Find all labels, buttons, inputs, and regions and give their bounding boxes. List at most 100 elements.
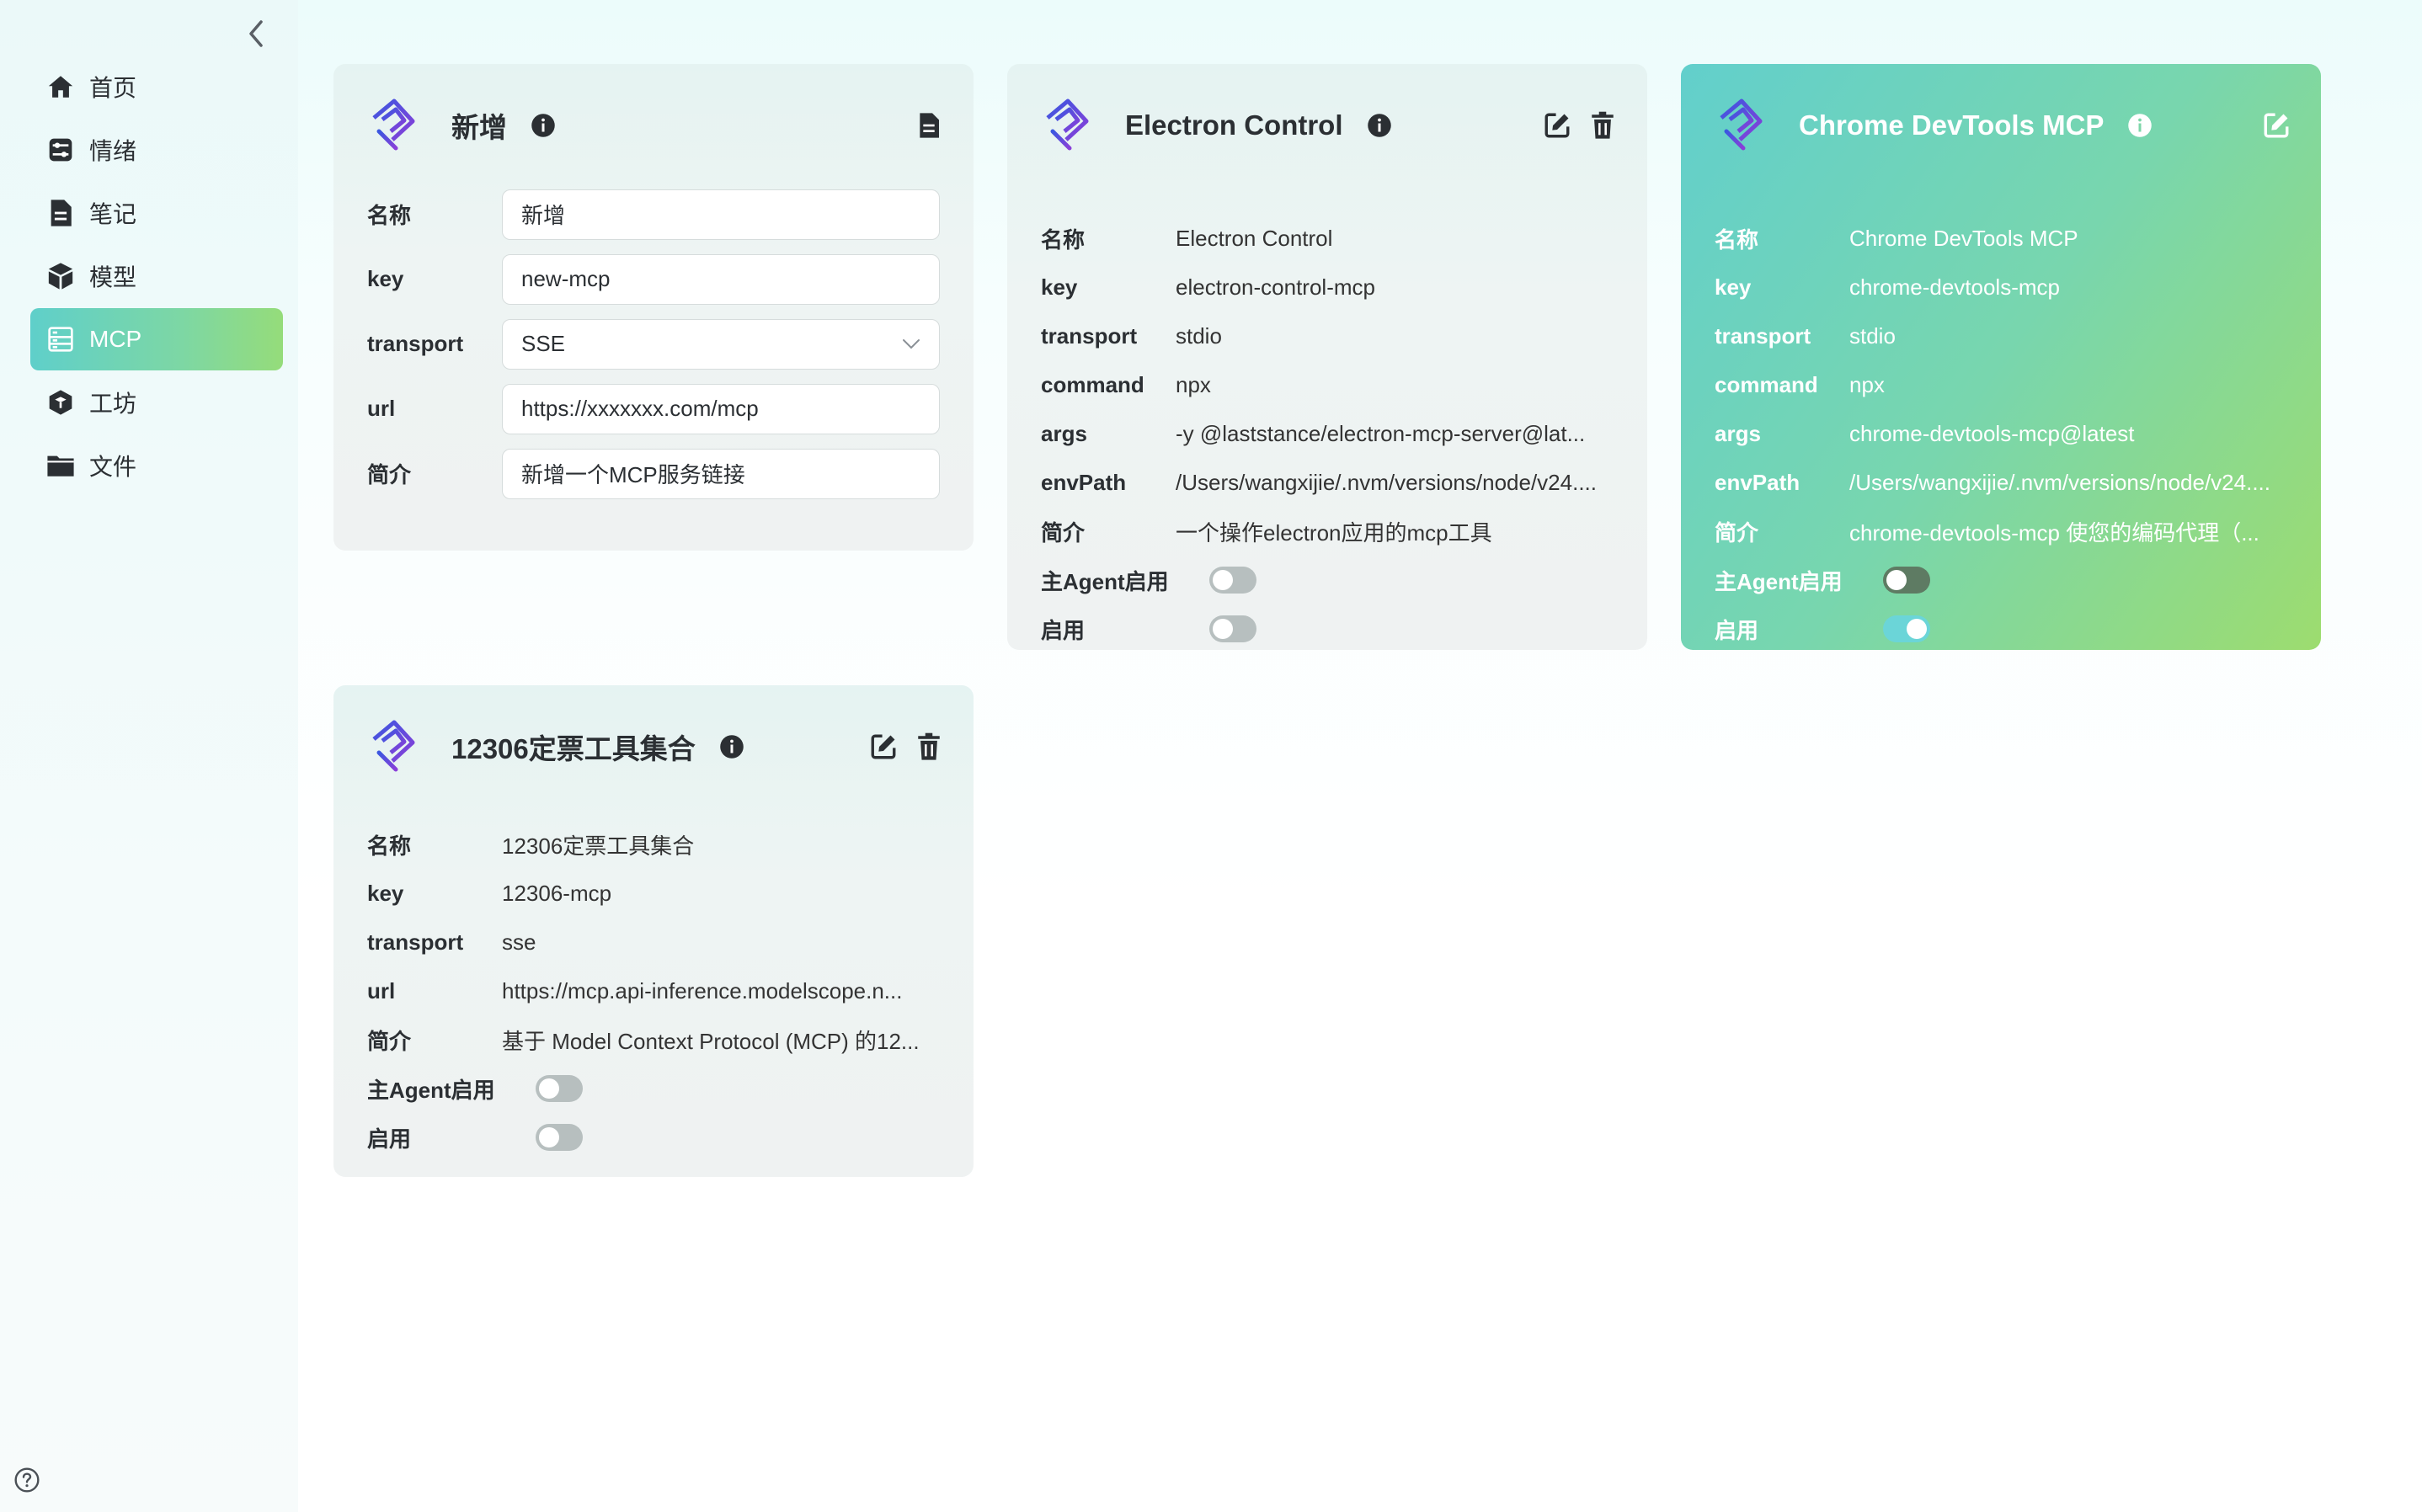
field-value: /Users/wangxijie/.nvm/versions/node/v24.… — [1176, 469, 1597, 495]
sidebar: 首页 情绪 笔记 模型 MCP 工坊 文件 — [0, 0, 298, 1512]
field-label: envPath — [1715, 469, 1800, 495]
field-row-name: 名称 12306定票工具集合 — [367, 820, 940, 869]
key-input[interactable]: new-mcp — [502, 253, 940, 305]
card-title: 12306定票工具集合 — [451, 733, 696, 764]
form-row-key: key new-mcp — [367, 247, 940, 311]
sliders-icon — [44, 133, 77, 167]
field-label: 名称 — [367, 833, 412, 859]
field-label: 名称 — [1715, 226, 1759, 253]
field-label: command — [1715, 371, 1818, 397]
field-label: transport — [1041, 322, 1138, 349]
sidebar-item-files[interactable]: 文件 — [30, 434, 283, 497]
field-label: 启用 — [1041, 617, 1086, 643]
field-value: 一个操作electron应用的mcp工具 — [1176, 519, 1492, 546]
description-input[interactable]: 新增一个MCP服务链接 — [502, 448, 940, 499]
card-actions — [2262, 111, 2291, 140]
field-row-url: url https://mcp.api-inference.modelscope.… — [367, 966, 940, 1015]
field-label: 简介 — [367, 462, 412, 487]
field-label: transport — [1715, 322, 1811, 349]
transport-select[interactable]: SSE — [502, 318, 940, 370]
field-label: 简介 — [1041, 519, 1086, 546]
field-label: 启用 — [367, 1126, 412, 1152]
delete-button[interactable] — [1588, 111, 1617, 140]
card-header: 新增 — [367, 98, 943, 153]
document-icon — [920, 113, 939, 138]
edit-button[interactable] — [2262, 111, 2291, 140]
field-label: 主Agent启用 — [1715, 568, 1843, 594]
form-row-transport: transport SSE — [367, 311, 940, 376]
name-input[interactable]: 新增 — [502, 189, 940, 240]
card-actions — [915, 111, 943, 140]
new-mcp-form: 名称 新增 key new-mcp transport SSE url http… — [367, 182, 940, 506]
field-value: https://mcp.api-inference.modelscope.n..… — [502, 977, 903, 1004]
field-label: 名称 — [1041, 226, 1086, 253]
mcp-card-electron: Electron Control 名称 Electron Control key e… — [1007, 64, 1647, 650]
field-label: 名称 — [367, 203, 412, 228]
card-title: Electron Control — [1125, 109, 1343, 141]
cube-icon — [44, 259, 77, 293]
edit-button[interactable] — [869, 732, 898, 761]
field-value: 基于 Model Context Protocol (MCP) 的12... — [502, 1028, 920, 1054]
field-row-command: command npx — [1715, 360, 2287, 409]
mcp-logo-icon — [372, 98, 415, 151]
field-row-enabled: 启用 — [367, 1113, 940, 1162]
form-row-url: url https://xxxxxxx.com/mcp — [367, 376, 940, 441]
field-row-description: 简介 chrome-devtools-mcp 使您的编码代理（... — [1715, 507, 2287, 556]
field-value: chrome-devtools-mcp@latest — [1849, 420, 2135, 446]
enabled-toggle[interactable] — [536, 1124, 583, 1151]
field-label: key — [367, 880, 404, 906]
enabled-toggle[interactable] — [1209, 615, 1256, 642]
trash-icon — [918, 732, 940, 760]
field-row-key: key electron-control-mcp — [1041, 263, 1614, 311]
url-input[interactable]: https://xxxxxxx.com/mcp — [502, 383, 940, 434]
field-row-transport: transport sse — [367, 918, 940, 966]
field-row-main-agent: 主Agent启用 — [367, 1064, 940, 1113]
collapse-sidebar-button[interactable] — [239, 15, 273, 52]
help-button[interactable] — [13, 1467, 40, 1493]
edit-icon — [871, 734, 896, 759]
card-fields: 名称 12306定票工具集合 key 12306-mcp transport sse … — [367, 820, 940, 1162]
info-icon[interactable] — [719, 734, 744, 759]
field-row-name: 名称 Chrome DevTools MCP — [1715, 214, 2287, 263]
mcp-card-12306: 12306定票工具集合 名称 12306定票工具集合 key 12306-mcp t… — [333, 685, 974, 1177]
delete-button[interactable] — [915, 732, 943, 761]
field-label: envPath — [1041, 469, 1127, 495]
mcp-card-chrome-devtools: Chrome DevTools MCP 名称 Chrome DevTools MC… — [1681, 64, 2321, 650]
field-value: electron-control-mcp — [1176, 274, 1375, 300]
sidebar-item-notes[interactable]: 笔记 — [30, 182, 283, 244]
sidebar-item-mood[interactable]: 情绪 — [30, 119, 283, 181]
field-value: npx — [1176, 371, 1211, 397]
sidebar-item-label: 工坊 — [89, 391, 137, 417]
info-icon[interactable] — [531, 113, 556, 138]
field-label: 启用 — [1715, 617, 1759, 643]
sidebar-item-label: 首页 — [89, 75, 137, 101]
edit-button[interactable] — [1543, 111, 1571, 140]
field-value: Electron Control — [1176, 225, 1333, 251]
info-icon[interactable] — [1367, 113, 1392, 138]
sidebar-item-workshop[interactable]: 工坊 — [30, 371, 283, 434]
transport-select-value: SSE — [521, 331, 566, 356]
main-agent-toggle[interactable] — [1883, 567, 1930, 594]
info-icon[interactable] — [2127, 113, 2153, 138]
sidebar-item-mcp[interactable]: MCP — [30, 308, 283, 370]
field-row-enabled: 启用 — [1041, 604, 1614, 653]
main-agent-toggle[interactable] — [536, 1075, 583, 1102]
save-button[interactable] — [915, 111, 943, 140]
field-label: command — [1041, 371, 1144, 397]
home-icon — [44, 70, 77, 104]
field-value: Chrome DevTools MCP — [1849, 225, 2078, 251]
field-label: 简介 — [1715, 519, 1759, 546]
chevron-left-icon — [249, 20, 263, 47]
card-fields: 名称 Electron Control key electron-control-m… — [1041, 214, 1614, 653]
sidebar-item-models[interactable]: 模型 — [30, 245, 283, 307]
enabled-toggle[interactable] — [1883, 615, 1930, 642]
field-value: /Users/wangxijie/.nvm/versions/node/v24.… — [1849, 469, 2270, 495]
field-label: url — [367, 396, 396, 421]
card-title: Chrome DevTools MCP — [1799, 109, 2105, 141]
box-icon — [44, 386, 77, 419]
form-row-description: 简介 新增一个MCP服务链接 — [367, 441, 940, 506]
help-icon — [14, 1467, 40, 1493]
card-actions — [1543, 111, 1617, 140]
main-agent-toggle[interactable] — [1209, 567, 1256, 594]
sidebar-item-home[interactable]: 首页 — [30, 56, 283, 118]
